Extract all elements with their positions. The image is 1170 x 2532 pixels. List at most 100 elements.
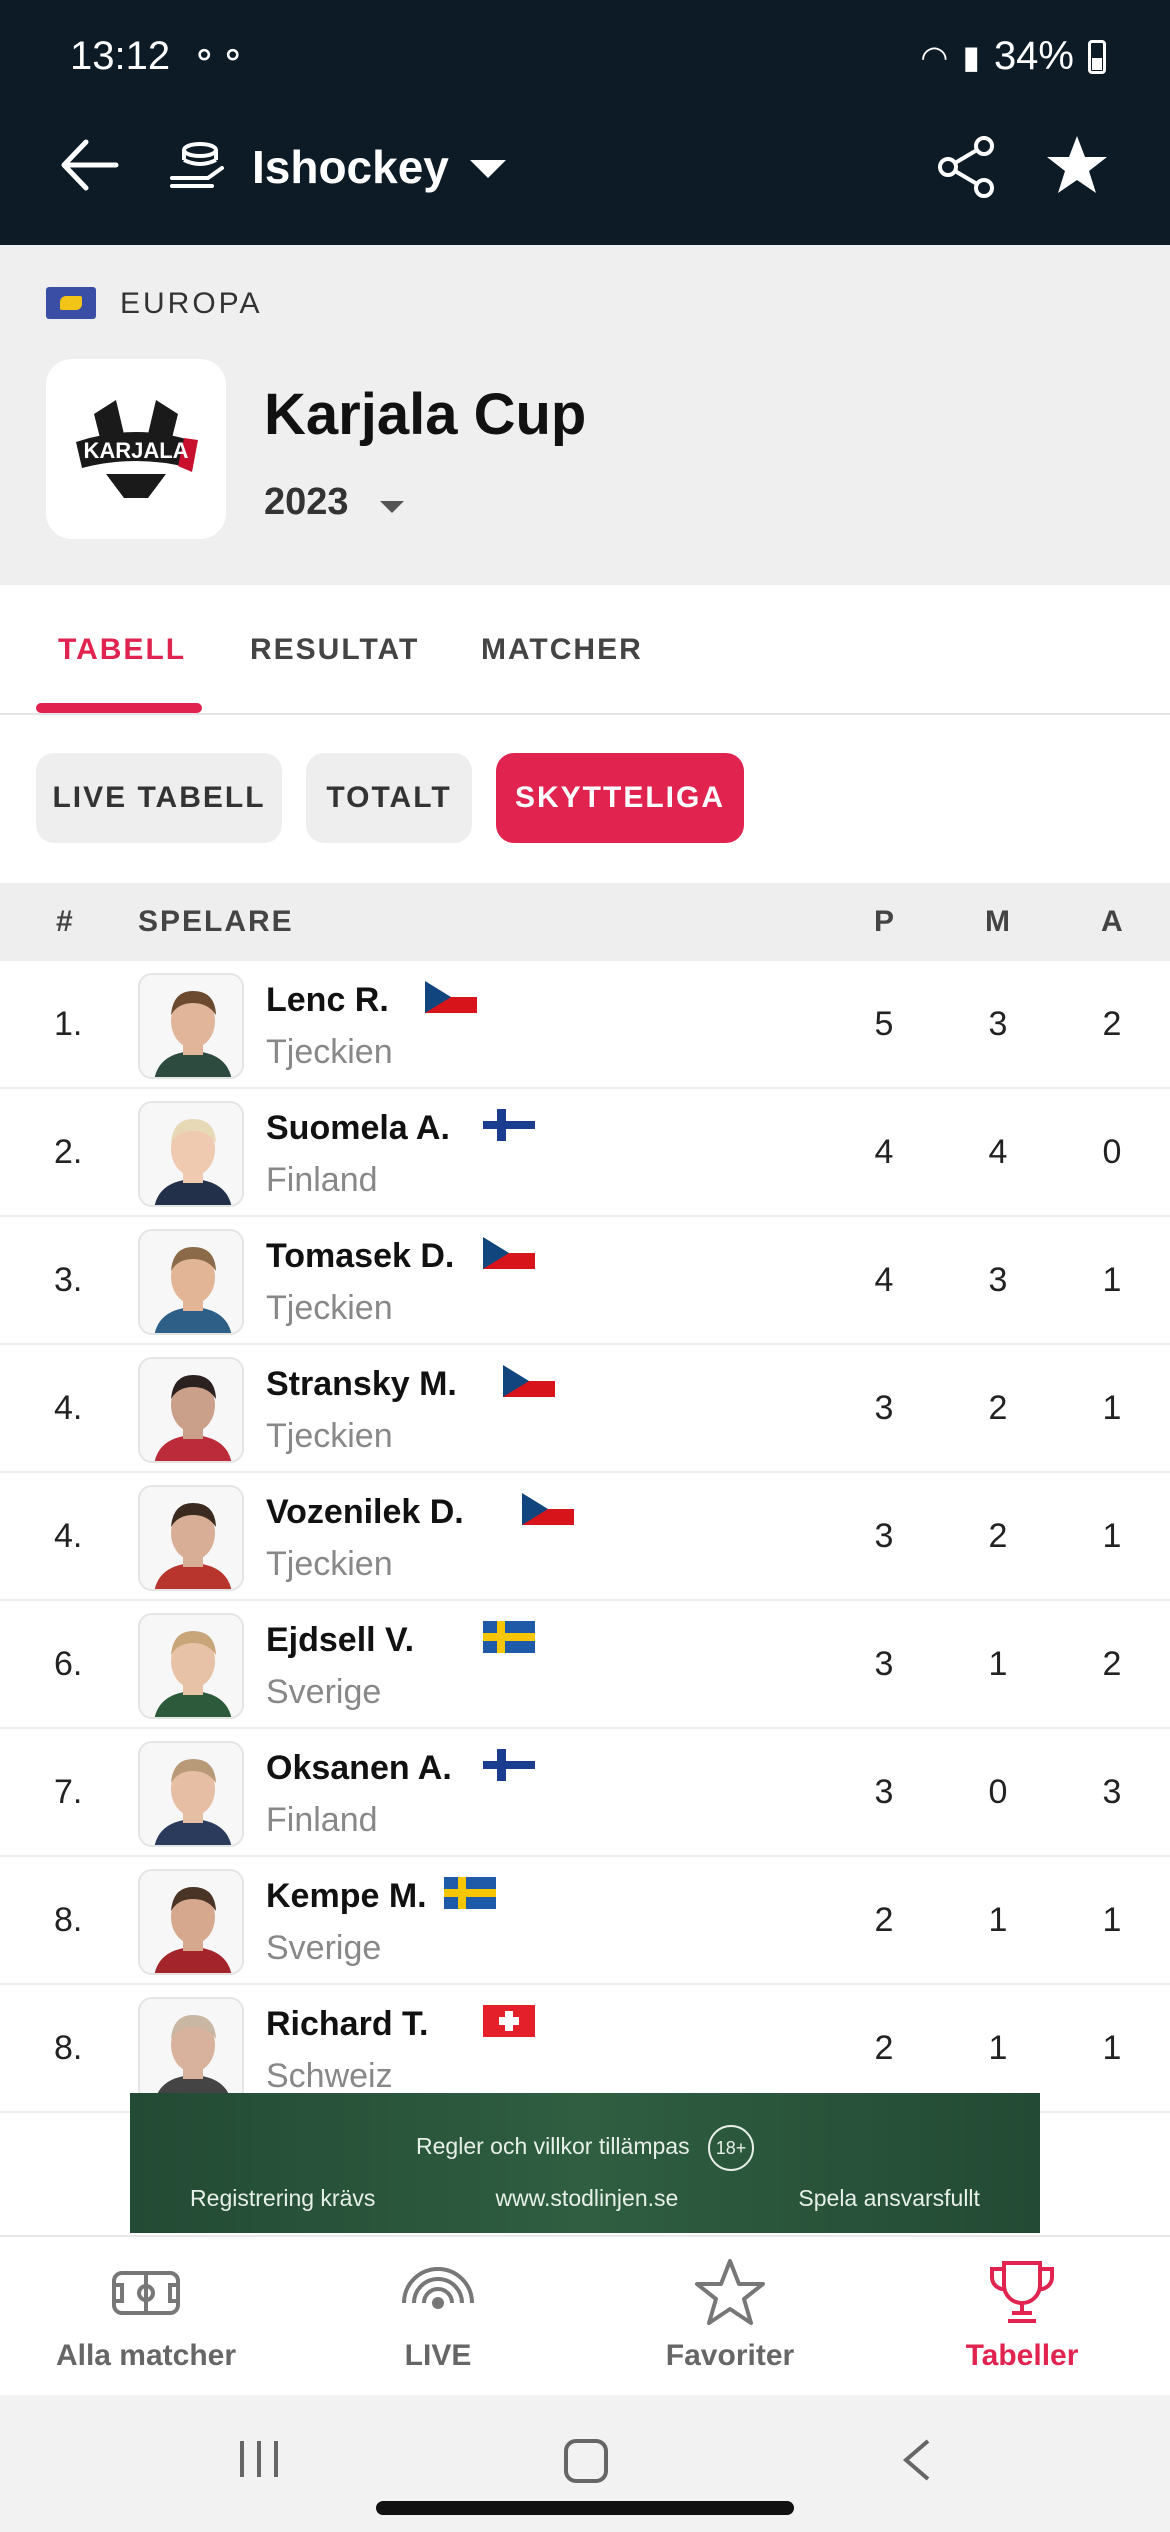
player-country: Tjeckien (266, 1033, 393, 1071)
goals-value: 4 (988, 1133, 1008, 1171)
top-bar: 13:12 ⚬⚬ ◠ ▮ 34% Ishockey (0, 0, 1170, 245)
league-logo: KARJALA (46, 359, 226, 539)
battery-icon (1088, 39, 1106, 74)
back-arrow-icon[interactable] (56, 132, 122, 198)
gesture-bar[interactable] (376, 2501, 794, 2515)
assists-value: 2 (1102, 1005, 1122, 1043)
tab-matcher[interactable]: MATCHER (481, 633, 643, 667)
player-avatar (138, 1741, 244, 1847)
sweden-flag-icon (483, 1621, 535, 1653)
points-value: 5 (874, 1005, 894, 1043)
recents-icon[interactable] (236, 2439, 282, 2479)
bottom-nav: Alla matcher LIVE Favoriter Tabeller (0, 2235, 1170, 2395)
table-row[interactable]: 2. Suomela A. Finland 4 4 0 (0, 1089, 1170, 1217)
table-row[interactable]: 7. Oksanen A. Finland 3 0 3 (0, 1729, 1170, 1857)
row-rank: 1. (54, 1005, 83, 1043)
tab-tabell[interactable]: TABELL (58, 633, 186, 667)
nav-favoriter[interactable]: Favoriter (584, 2257, 876, 2373)
row-rank: 6. (54, 1645, 83, 1683)
favorite-star-icon[interactable] (1044, 132, 1110, 198)
assists-value: 1 (1102, 1261, 1122, 1299)
player-avatar (138, 1997, 244, 2103)
sport-selector[interactable]: Ishockey (252, 140, 449, 194)
player-name: Richard T. (266, 2005, 429, 2043)
season-selector[interactable]: 2023 (264, 481, 349, 524)
system-nav-bar (0, 2395, 1170, 2532)
status-time: 13:12 (70, 34, 171, 78)
chip-skytteliga[interactable]: SKYTTELIGA (496, 753, 744, 843)
player-avatar (138, 1101, 244, 1207)
player-avatar (138, 1869, 244, 1975)
table-header: # SPELARE P M A (0, 883, 1170, 961)
player-name: Lenc R. (266, 981, 389, 1019)
czech-flag-icon (483, 1237, 535, 1269)
nav-alla-matcher[interactable]: Alla matcher (0, 2257, 292, 2373)
table-row[interactable]: 3. Tomasek D. Tjeckien 4 3 1 (0, 1217, 1170, 1345)
row-rank: 4. (54, 1389, 83, 1427)
ad-responsible: Spela ansvarsfullt (798, 2185, 980, 2211)
row-rank: 4. (54, 1517, 83, 1555)
signal-icon: ▮ (962, 38, 980, 75)
goals-value: 2 (988, 1517, 1008, 1555)
table-row[interactable]: 4. Stransky M. Tjeckien 3 2 1 (0, 1345, 1170, 1473)
table-row[interactable]: 6. Ejdsell V. Sverige 3 1 2 (0, 1601, 1170, 1729)
tab-resultat[interactable]: RESULTAT (250, 633, 419, 667)
league-logo-text: KARJALA (83, 438, 188, 463)
czech-flag-icon (425, 981, 477, 1013)
player-avatar (138, 1613, 244, 1719)
player-name: Vozenilek D. (266, 1493, 464, 1531)
assists-value: 1 (1102, 1389, 1122, 1427)
chip-live-tabell[interactable]: LIVE TABELL (36, 753, 282, 843)
points-value: 3 (874, 1645, 894, 1683)
points-value: 4 (874, 1261, 894, 1299)
player-country: Finland (266, 1801, 378, 1839)
wifi-icon: ◠ (920, 38, 949, 75)
chip-totalt[interactable]: TOTALT (306, 753, 472, 843)
share-icon[interactable] (936, 134, 998, 200)
sweden-flag-icon (444, 1877, 496, 1909)
player-country: Tjeckien (266, 1417, 393, 1455)
assists-value: 2 (1102, 1645, 1122, 1683)
nav-label: LIVE (404, 2339, 472, 2372)
table-row[interactable]: 4. Vozenilek D. Tjeckien 3 2 1 (0, 1473, 1170, 1601)
nav-tabeller[interactable]: Tabeller (876, 2257, 1168, 2373)
column-points: P (874, 905, 897, 938)
player-country: Sverige (266, 1929, 382, 1967)
player-name: Stransky M. (266, 1365, 457, 1403)
league-title: Karjala Cup (264, 382, 587, 447)
chevron-down-icon[interactable] (470, 160, 506, 178)
ad-line2: Registrering krävs www.stodlinjen.se Spe… (130, 2185, 1040, 2212)
finland-flag-icon (483, 1749, 535, 1781)
region-label: EUROPA (120, 287, 263, 320)
player-name: Oksanen A. (266, 1749, 452, 1787)
europe-flag-icon (46, 287, 96, 319)
trophy-icon (989, 2261, 1055, 2323)
assists-value: 3 (1102, 1773, 1122, 1811)
chevron-down-icon[interactable] (380, 501, 404, 513)
tab-bar: TABELL RESULTAT MATCHER (0, 585, 1170, 715)
nav-label: Favoriter (665, 2339, 795, 2372)
points-value: 2 (874, 1901, 894, 1939)
system-back-icon[interactable] (900, 2437, 932, 2483)
player-country: Tjeckien (266, 1289, 393, 1327)
table-row[interactable]: 1. Lenc R. Tjeckien 5 3 2 (0, 961, 1170, 1089)
age-limit-badge: 18+ (707, 2125, 754, 2171)
player-name: Suomela A. (266, 1109, 450, 1147)
ad-registration: Registrering krävs (190, 2185, 376, 2211)
home-icon[interactable] (564, 2439, 608, 2483)
points-value: 3 (874, 1517, 894, 1555)
player-country: Tjeckien (266, 1545, 393, 1583)
points-value: 2 (874, 2029, 894, 2067)
battery-percent: 34% (993, 34, 1074, 78)
czech-flag-icon (503, 1365, 555, 1397)
row-rank: 3. (54, 1261, 83, 1299)
points-value: 3 (874, 1773, 894, 1811)
karjala-logo-icon: KARJALA (76, 400, 198, 498)
ad-banner[interactable]: Regler och villkor tillämpas 18+ Registr… (130, 2093, 1040, 2233)
assists-value: 1 (1102, 1901, 1122, 1939)
active-tab-indicator (36, 703, 202, 713)
nav-live[interactable]: LIVE (292, 2257, 584, 2373)
nav-label: Alla matcher (55, 2339, 237, 2372)
row-rank: 8. (54, 1901, 83, 1939)
table-row[interactable]: 8. Kempe M. Sverige 2 1 1 (0, 1857, 1170, 1985)
